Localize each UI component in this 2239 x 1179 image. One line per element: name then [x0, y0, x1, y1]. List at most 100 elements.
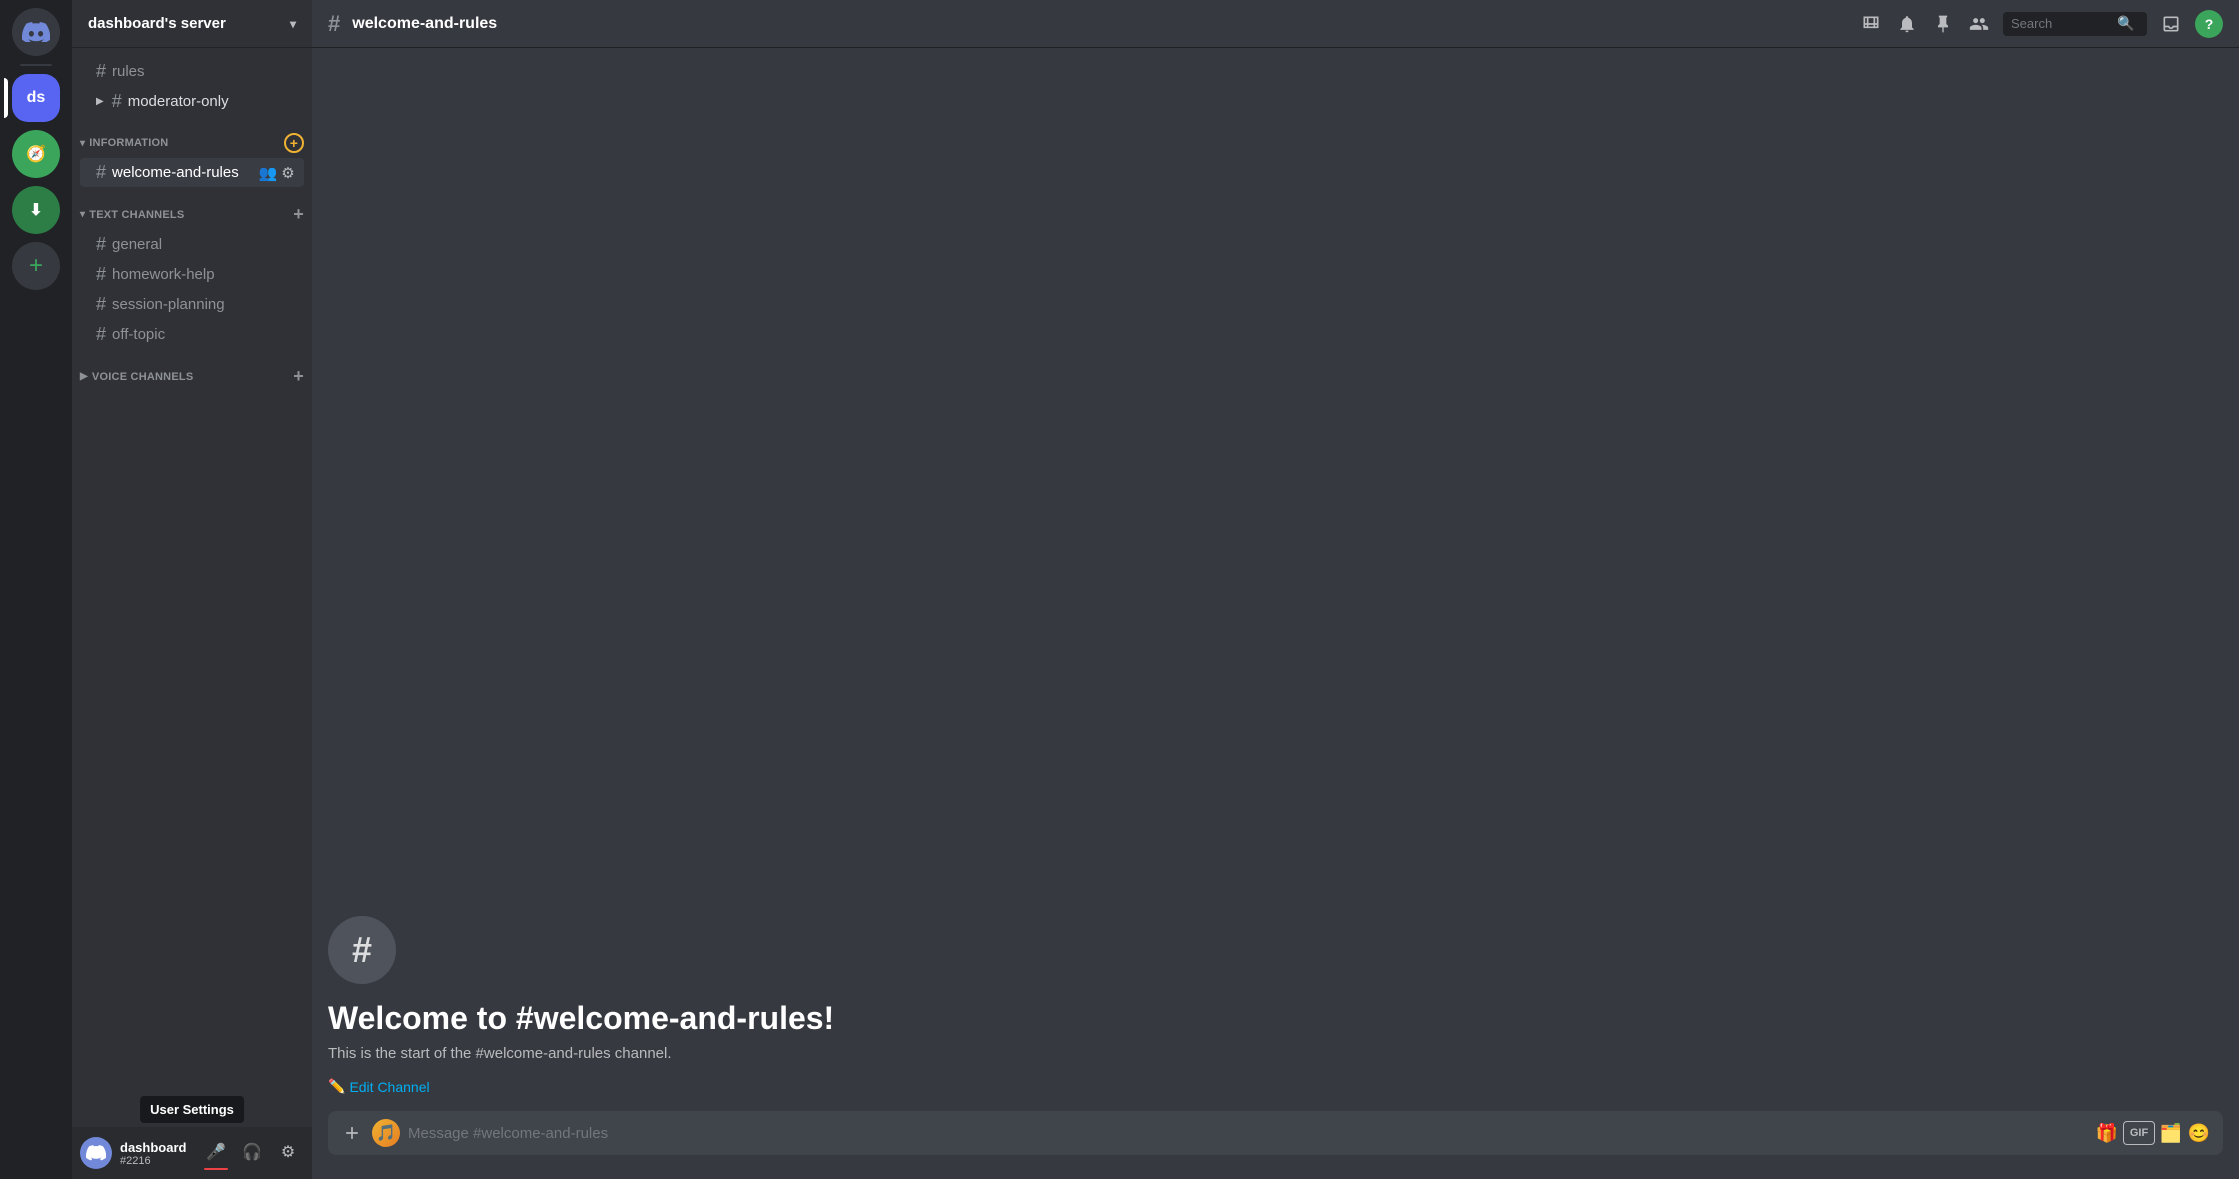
download-icon: ⬇ — [29, 200, 42, 220]
hash-icon: # — [96, 61, 106, 82]
mute-control: 🎤 — [200, 1136, 232, 1170]
notification-bell-icon-button[interactable] — [1895, 12, 1919, 36]
category-text-arrow-icon: ▾ — [80, 209, 85, 220]
category-voice-left: ▶ VOICE CHANNELS — [80, 371, 193, 383]
compass-server-icon[interactable]: 🧭 — [12, 130, 60, 178]
server-list-divider — [20, 64, 52, 66]
message-input[interactable] — [408, 1114, 2087, 1153]
welcome-channel-icon: # — [328, 916, 396, 984]
category-text-channels[interactable]: ▾ TEXT CHANNELS + — [72, 188, 312, 229]
channel-name-moderator-only: moderator-only — [128, 93, 296, 110]
category-voice-arrow-icon: ▶ — [80, 371, 88, 382]
channel-item-homework-help[interactable]: # homework-help — [80, 260, 304, 289]
category-information-label: INFORMATION — [89, 137, 168, 149]
channel-name-off-topic: off-topic — [112, 326, 296, 343]
category-arrow-icon: ▾ — [80, 138, 85, 149]
messages-area: # Welcome to #welcome-and-rules! This is… — [312, 48, 2239, 1111]
username: dashboard — [120, 1140, 192, 1155]
download-server-icon[interactable]: ⬇ — [12, 186, 60, 234]
user-discriminator: #2216 — [120, 1155, 192, 1167]
user-panel: dashboard #2216 🎤 🎧 ⚙ User Settings — [72, 1127, 312, 1179]
channel-sidebar: dashboard's server ▾ # rules ▶ # moderat… — [72, 0, 312, 1179]
gif-button[interactable]: GIF — [2123, 1121, 2155, 1145]
add-server-button[interactable]: + — [12, 242, 60, 290]
add-text-channel-button[interactable]: + — [293, 204, 304, 225]
attach-button[interactable] — [340, 1121, 364, 1145]
pin-icon-button[interactable] — [1931, 12, 1955, 36]
pencil-icon: ✏️ — [328, 1078, 345, 1095]
server-header[interactable]: dashboard's server ▾ — [72, 0, 312, 48]
compass-icon: 🧭 — [26, 144, 46, 164]
edit-channel-link[interactable]: ✏️ Edit Channel — [328, 1078, 2223, 1095]
welcome-title: Welcome to #welcome-and-rules! — [328, 1000, 2223, 1037]
channel-item-rules[interactable]: # rules — [80, 57, 304, 86]
channel-list: # rules ▶ # moderator-only ▾ INFORMATION… — [72, 48, 312, 1127]
plus-circle-icon: + — [290, 135, 298, 151]
channel-item-off-topic[interactable]: # off-topic — [80, 320, 304, 349]
chevron-down-icon: ▾ — [290, 17, 296, 31]
user-avatar[interactable] — [80, 1137, 112, 1169]
sticker-button[interactable]: 🗂️ — [2159, 1121, 2183, 1145]
channel-item-general[interactable]: # general — [80, 230, 304, 259]
hash-icon-7: # — [96, 324, 106, 345]
hash-icon-5: # — [96, 264, 106, 285]
category-information[interactable]: ▾ INFORMATION + — [72, 117, 312, 157]
search-icon: 🔍 — [2117, 15, 2134, 32]
members-icon-button[interactable] — [1967, 12, 1991, 36]
add-channel-button-information[interactable]: + — [284, 133, 304, 153]
message-input-bar: 🎵 🎁 GIF 🗂️ 😊 — [328, 1111, 2223, 1155]
threads-icon-button[interactable] — [1859, 12, 1883, 36]
channel-welcome: # Welcome to #welcome-and-rules! This is… — [312, 876, 2239, 1111]
gif-label: GIF — [2130, 1127, 2148, 1139]
category-text-channels-label: TEXT CHANNELS — [89, 209, 184, 221]
channel-item-welcome-and-rules[interactable]: # welcome-and-rules 👥 ⚙ — [80, 158, 304, 187]
message-input-right-icons: 🎁 GIF 🗂️ 😊 — [2095, 1121, 2211, 1145]
channel-header-name: welcome-and-rules — [352, 15, 497, 33]
invite-icon[interactable]: 👥 — [260, 165, 276, 181]
category-left: ▾ INFORMATION — [80, 137, 168, 149]
mute-button[interactable]: 🎤 — [200, 1136, 232, 1168]
hash-icon-2: # — [112, 91, 122, 112]
main-content: # welcome-and-rules 🔍 — [312, 0, 2239, 1179]
help-icon-button[interactable]: ? — [2195, 10, 2223, 38]
discord-home-button[interactable] — [12, 8, 60, 56]
plus-icon: + — [29, 252, 43, 280]
add-voice-channel-button[interactable]: + — [293, 366, 304, 387]
server-name: dashboard's server — [88, 15, 226, 32]
channel-name-session-planning: session-planning — [112, 296, 296, 313]
channel-name-welcome: welcome-and-rules — [112, 164, 254, 181]
channel-name-general: general — [112, 236, 296, 253]
search-bar[interactable]: 🔍 — [2003, 12, 2147, 36]
hash-icon-6: # — [96, 294, 106, 315]
mute-indicator — [204, 1168, 228, 1170]
message-input-area: 🎵 🎁 GIF 🗂️ 😊 — [312, 1111, 2239, 1179]
category-text-left: ▾ TEXT CHANNELS — [80, 209, 184, 221]
channel-name-homework-help: homework-help — [112, 266, 296, 283]
channel-item-moderator-only[interactable]: ▶ # moderator-only — [80, 87, 304, 116]
category-voice-channels-label: VOICE CHANNELS — [92, 371, 193, 383]
channel-action-icons: 👥 ⚙ — [260, 165, 296, 181]
search-input[interactable] — [2011, 16, 2111, 31]
edit-channel-label: Edit Channel — [349, 1079, 429, 1095]
active-server-label: ds — [27, 89, 46, 107]
category-voice-channels[interactable]: ▶ VOICE CHANNELS + — [72, 350, 312, 391]
inbox-icon-button[interactable] — [2159, 12, 2183, 36]
user-settings-button[interactable]: ⚙ — [272, 1136, 304, 1168]
welcome-hash-icon: # — [352, 929, 372, 971]
channel-header-hash-icon: # — [328, 11, 340, 37]
channel-header: # welcome-and-rules 🔍 — [312, 0, 2239, 48]
hash-icon-4: # — [96, 234, 106, 255]
server-list: ds 🧭 ⬇ + — [0, 0, 72, 1179]
bullet-icon: ▶ — [96, 96, 104, 107]
emoji-picker-button[interactable]: 😊 — [2187, 1121, 2211, 1145]
question-mark-icon: ? — [2205, 16, 2214, 32]
settings-icon[interactable]: ⚙ — [280, 165, 296, 181]
hash-icon-3: # — [96, 162, 106, 183]
welcome-subtitle: This is the start of the #welcome-and-ru… — [328, 1045, 2223, 1062]
channel-item-session-planning[interactable]: # session-planning — [80, 290, 304, 319]
active-server-icon[interactable]: ds — [12, 74, 60, 122]
emoji-activity-indicator[interactable]: 🎵 — [372, 1119, 400, 1147]
gift-icon-button[interactable]: 🎁 — [2095, 1121, 2119, 1145]
headphones-button[interactable]: 🎧 — [236, 1136, 268, 1168]
user-controls: 🎤 🎧 ⚙ — [200, 1136, 304, 1170]
